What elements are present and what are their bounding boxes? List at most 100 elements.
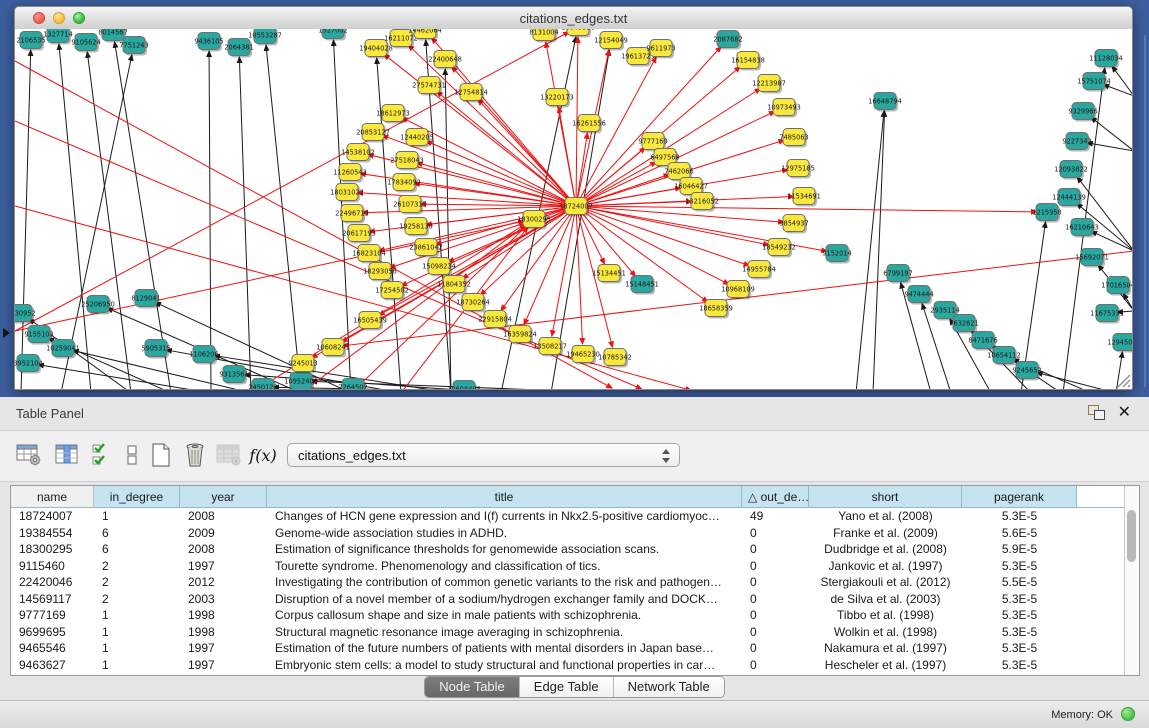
cell-in_degree[interactable]: 2 [94,591,180,608]
cell-name[interactable]: 18300295 [11,541,94,558]
cell-out_degree[interactable]: 0 [742,541,809,558]
graph-node[interactable]: 18730264 [456,294,490,313]
cell-short[interactable]: Wolkin et al. (1998) [809,624,962,641]
cell-pagerank[interactable]: 5.3E-5 [962,508,1077,525]
cell-title[interactable]: Estimation of the future numbers of pati… [267,640,742,657]
graph-node[interactable]: 2106535 [16,32,45,51]
table-row[interactable]: 1938455462009Genome-wide association stu… [11,525,1139,542]
graph-node[interactable]: 13220173 [540,89,574,108]
column-header-in_degree[interactable]: in_degree [94,486,180,508]
graph-edge[interactable] [209,51,211,390]
cell-short[interactable]: Hescheler et al. (1997) [809,657,962,674]
graph-node[interactable]: 11260543 [333,164,367,183]
graph-node[interactable]: 18031022 [330,184,364,203]
vertical-scrollbar[interactable] [1124,486,1139,675]
cell-in_degree[interactable]: 6 [94,541,180,558]
cell-title[interactable]: Embryonic stem cells: a model to study s… [267,657,742,674]
tab-edge-table[interactable]: Edge Table [520,677,614,697]
graph-node[interactable]: 9152014 [822,245,851,264]
show-columns-button[interactable] [52,439,82,471]
cell-name[interactable]: 19384554 [11,525,94,542]
table-row[interactable]: 911546021997Tourette syndrome. Phenomeno… [11,558,1139,575]
cell-year[interactable]: 2003 [180,591,267,608]
graph-node[interactable]: 11128034 [1089,50,1123,69]
table-row[interactable]: 1830029562008Estimation of significance … [11,541,1139,558]
graph-node[interactable]: 17834092 [387,174,421,193]
graph-node[interactable]: 9227343 [1062,133,1091,152]
cell-short[interactable]: Jankovic et al. (1997) [809,558,962,575]
cell-in_degree[interactable]: 6 [94,525,180,542]
tab-network-table[interactable]: Network Table [614,677,724,697]
cell-title[interactable]: Tourette syndrome. Phenomenology and cla… [267,558,742,575]
cell-name[interactable]: 9699695 [11,624,94,641]
graph-node[interactable]: 12975185 [781,160,815,179]
graph-node[interactable]: 12093822 [1054,161,1088,180]
graph-node[interactable]: 9329966 [1068,103,1097,122]
cell-out_degree[interactable]: 0 [742,640,809,657]
cell-pagerank[interactable]: 5.3E-5 [962,558,1077,575]
graph-node[interactable]: 22400648 [428,51,462,70]
graph-node[interactable]: 7485063 [779,129,808,148]
cell-title[interactable]: Investigating the contribution of common… [267,574,742,591]
graph-node[interactable]: 11804352 [437,276,471,295]
cell-year[interactable]: 1997 [180,558,267,575]
graph-edge[interactable] [1103,85,1133,96]
table-row[interactable]: 2242004622012Investigating the contribut… [11,574,1139,591]
graph-node[interactable]: 14955784 [742,261,776,280]
select-rows-button[interactable] [88,439,118,471]
graph-edge[interactable] [576,88,761,206]
graph-node[interactable]: 2030952 [15,305,36,324]
cell-name[interactable]: 9465546 [11,640,94,657]
graph-node[interactable]: 5905315 [141,340,170,359]
graph-node[interactable]: 19258130 [399,218,433,237]
cell-pagerank[interactable]: 5.3E-5 [962,591,1077,608]
graph-edge[interactable] [1037,373,1116,390]
graph-node[interactable]: 16505439 [353,312,387,331]
cell-out_degree[interactable]: 0 [742,624,809,641]
graph-node[interactable]: 1106206 [189,346,218,365]
cell-title[interactable]: Estimation of significance thresholds fo… [267,541,742,558]
graph-node[interactable]: 27574731 [412,77,446,96]
cell-short[interactable]: Yano et al. (2008) [809,508,962,525]
graph-node[interactable]: 23861042 [409,239,443,258]
graph-node[interactable]: 13508217 [533,338,567,357]
graph-edge[interactable] [873,111,885,390]
column-header-year[interactable]: year [180,486,267,508]
graph-node[interactable]: 10608241 [316,339,350,358]
graph-node[interactable]: 16359824 [503,326,537,345]
graph-node[interactable]: 10608405 [447,381,481,391]
graph-edge[interactable] [266,45,301,390]
cell-in_degree[interactable]: 2 [94,558,180,575]
table-row[interactable]: 946554611997Estimation of the future num… [11,640,1139,657]
graph-node[interactable]: 15751074 [1077,73,1111,92]
cell-year[interactable]: 1998 [180,607,267,624]
table-mode-button[interactable] [14,439,44,471]
table-row[interactable]: 1872400712008Changes of HCN gene express… [11,508,1139,525]
function-builder-button[interactable]: f(x) [248,439,278,471]
graph-edge[interactable] [239,57,251,390]
graph-node[interactable]: 7632621 [949,315,978,334]
cell-short[interactable]: Tibbo et al. (1998) [809,607,962,624]
graph-node[interactable]: 16648794 [868,93,902,112]
cell-pagerank[interactable]: 5.9E-5 [962,541,1077,558]
cell-name[interactable]: 22420046 [11,574,94,591]
cell-pagerank[interactable]: 5.3E-5 [962,657,1077,674]
cell-title[interactable]: Corpus callosum shape and size in male p… [267,607,742,624]
cell-name[interactable]: 18724007 [11,508,94,525]
cell-title[interactable]: Genome-wide association studies in ADHD. [267,525,742,542]
graph-node[interactable]: 11675331 [1090,305,1124,324]
graph-node[interactable]: 8129041 [131,290,160,309]
cell-in_degree[interactable]: 2 [94,574,180,591]
graph-node[interactable]: 15134451 [592,265,626,284]
graph-node[interactable]: 9313561 [219,366,248,385]
cell-in_degree[interactable]: 1 [94,640,180,657]
graph-node[interactable]: 16154838 [731,52,765,71]
cell-year[interactable]: 2012 [180,574,267,591]
create-column-button[interactable] [146,439,176,471]
graph-node[interactable]: 12754814 [454,84,488,103]
graph-node[interactable]: 15692071 [1075,249,1109,268]
column-header-name[interactable]: name [11,486,94,508]
cell-pagerank[interactable]: 5.6E-5 [962,525,1077,542]
graph-node[interactable]: 8131004 [529,29,558,43]
graph-node[interactable]: 2064381 [224,39,253,58]
